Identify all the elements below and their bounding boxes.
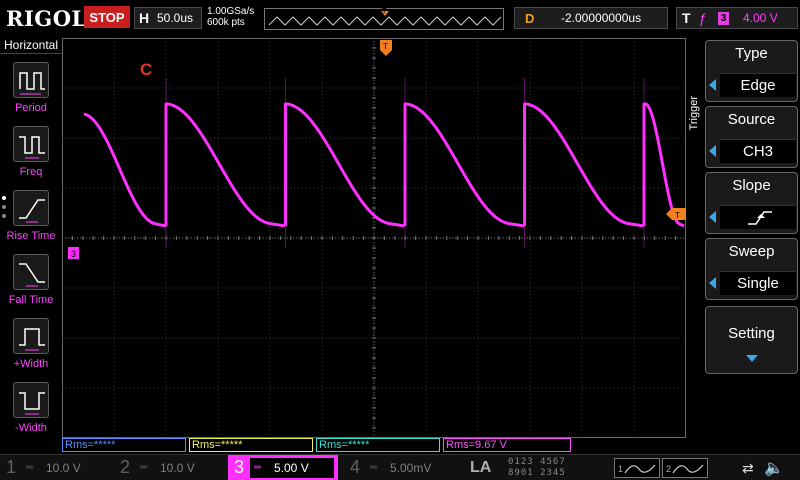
measure-rise-time-label: Rise Time bbox=[6, 230, 56, 242]
trigger-menu: Trigger Type Edge Source CH3 Slope Sweep… bbox=[686, 38, 800, 458]
timebase-value: 50.0us bbox=[157, 11, 194, 25]
rising-edge-icon bbox=[748, 211, 772, 225]
graticule: 3 T T bbox=[61, 37, 687, 439]
source-1-button[interactable]: 1 bbox=[614, 458, 660, 478]
memory-depth: 600k pts bbox=[207, 17, 245, 28]
channel-2-button[interactable]: 2 ═ 10.0 V bbox=[114, 455, 228, 480]
memory-overview-strip[interactable]: T bbox=[264, 8, 504, 30]
measurement-ch1[interactable]: Rms=***** bbox=[62, 438, 186, 452]
rise-time-icon bbox=[13, 190, 49, 226]
horizontal-label: H bbox=[139, 10, 150, 26]
channel-3-scale: 5.00 V bbox=[274, 461, 309, 475]
rising-edge-icon: ƒ bbox=[699, 10, 707, 26]
trigger-slope-value bbox=[720, 205, 796, 229]
channel-3-button[interactable]: 3 ═ 5.00 V bbox=[228, 455, 338, 480]
dc-coupling-icon: ═ bbox=[370, 462, 378, 473]
trigger-setting-button[interactable]: Setting bbox=[705, 306, 798, 374]
channel-status-bar: 1 ═ 10.0 V 2 ═ 10.0 V 3 ═ 5.00 V 4 ═ 5.0… bbox=[0, 454, 800, 480]
trigger-slope-button[interactable]: Slope bbox=[705, 172, 798, 234]
measurement-menu-title: Horizontal bbox=[0, 38, 62, 54]
memory-trigger-marker: T bbox=[382, 8, 387, 15]
channel-2-scale: 10.0 V bbox=[160, 461, 195, 475]
sample-rate: 1.00GSa/s bbox=[207, 6, 255, 17]
left-arrow-icon bbox=[709, 211, 716, 223]
frequency-icon bbox=[13, 126, 49, 162]
left-arrow-icon bbox=[709, 277, 716, 289]
channel-4-button[interactable]: 4 ═ 5.00mV bbox=[344, 455, 462, 480]
run-stop-button[interactable]: STOP bbox=[84, 6, 130, 28]
delay-value: -2.00000000us bbox=[561, 11, 642, 25]
channel-4-number: 4 bbox=[350, 457, 361, 477]
measure-period-label: Period bbox=[15, 102, 47, 114]
trigger-type-button[interactable]: Type Edge bbox=[705, 40, 798, 102]
trigger-type-label: Type bbox=[735, 45, 768, 62]
measure-positive-width-label: +Width bbox=[13, 358, 49, 370]
dc-coupling-icon: ═ bbox=[140, 462, 148, 473]
trigger-sweep-button[interactable]: Sweep Single bbox=[705, 238, 798, 300]
left-arrow-icon bbox=[709, 145, 716, 157]
waveform-annotation-label: C bbox=[140, 60, 153, 79]
measurement-ch3[interactable]: Rms=***** bbox=[316, 438, 440, 452]
trigger-type-value: Edge bbox=[720, 73, 796, 97]
trigger-label: T bbox=[682, 10, 691, 26]
positive-width-icon bbox=[13, 318, 49, 354]
dc-coupling-icon: ═ bbox=[254, 462, 262, 473]
trigger-menu-title: Trigger bbox=[688, 96, 700, 131]
negative-width-icon bbox=[13, 382, 49, 418]
measure-negative-width-label: -Width bbox=[15, 422, 47, 434]
channel-3-number: 3 bbox=[234, 457, 245, 477]
logic-analyzer-button[interactable]: LA bbox=[470, 459, 491, 477]
source-1-number: 1 bbox=[618, 464, 624, 474]
trigger-setting-label: Setting bbox=[728, 325, 775, 342]
trigger-level-value: 4.00 V bbox=[743, 11, 778, 25]
measurement-menu: Horizontal Period Freq Rise Time Fall Ti… bbox=[0, 38, 62, 458]
top-status-bar: RIGOL STOP H 50.0us 1.00GSa/s 600k pts T… bbox=[0, 0, 800, 38]
menu-page-indicator bbox=[2, 196, 6, 223]
dc-coupling-icon: ═ bbox=[26, 462, 34, 473]
trigger-source-value: CH3 bbox=[720, 139, 796, 163]
measure-fall-time-label: Fall Time bbox=[8, 294, 54, 306]
measure-fall-time-button[interactable]: Fall Time bbox=[0, 250, 62, 314]
source-2-button[interactable]: 2 bbox=[662, 458, 708, 478]
chevron-down-icon bbox=[746, 355, 758, 362]
left-arrow-icon bbox=[709, 79, 716, 91]
fall-time-icon bbox=[13, 254, 49, 290]
digital-channel-map: 0123 4567 8901 2345 bbox=[508, 457, 566, 478]
measure-positive-width-button[interactable]: +Width bbox=[0, 314, 62, 378]
measure-frequency-button[interactable]: Freq bbox=[0, 122, 62, 186]
measurement-results-bar: Rms=***** Rms=***** Rms=***** Rms=9.67 V bbox=[62, 438, 686, 452]
trigger-source-label: Source bbox=[727, 111, 776, 128]
delay-label: D bbox=[525, 11, 535, 26]
channel-2-number: 2 bbox=[120, 457, 131, 477]
speaker-icon[interactable]: 🔈 bbox=[764, 458, 784, 478]
source-2-number: 2 bbox=[666, 464, 672, 474]
sample-info: 1.00GSa/s 600k pts bbox=[207, 6, 254, 28]
waveform-display[interactable]: 3 T T bbox=[61, 37, 687, 443]
delay-box[interactable]: D -2.00000000us bbox=[514, 7, 668, 29]
measurement-ch4[interactable]: Rms=9.67 V bbox=[443, 438, 571, 452]
trigger-slope-label: Slope bbox=[732, 177, 771, 194]
measurement-ch2[interactable]: Rms=***** bbox=[189, 438, 313, 452]
trigger-sweep-value: Single bbox=[720, 271, 796, 295]
channel-1-button[interactable]: 1 ═ 10.0 V bbox=[0, 455, 114, 480]
timebase-box[interactable]: H 50.0us bbox=[134, 7, 202, 29]
trigger-sweep-label: Sweep bbox=[728, 243, 775, 260]
trigger-level-label: T bbox=[675, 211, 680, 220]
channel-1-scale: 10.0 V bbox=[46, 461, 81, 475]
period-icon bbox=[13, 62, 49, 98]
measure-frequency-label: Freq bbox=[19, 166, 43, 178]
measure-rise-time-button[interactable]: Rise Time bbox=[0, 186, 62, 250]
channel-1-number: 1 bbox=[6, 457, 17, 477]
channel-4-scale: 5.00mV bbox=[390, 461, 432, 475]
brand-logo: RIGOL bbox=[6, 6, 87, 31]
measure-negative-width-button[interactable]: -Width bbox=[0, 378, 62, 442]
ch3-offset-label: 3 bbox=[71, 249, 76, 259]
trigger-status-box[interactable]: T ƒ 3 4.00 V bbox=[676, 7, 798, 29]
usb-icon: ⇄ bbox=[742, 460, 754, 476]
trigger-channel-badge: 3 bbox=[718, 12, 729, 25]
measure-period-button[interactable]: Period bbox=[0, 58, 62, 122]
trigger-source-button[interactable]: Source CH3 bbox=[705, 106, 798, 168]
trigger-time-label: T bbox=[383, 42, 388, 51]
